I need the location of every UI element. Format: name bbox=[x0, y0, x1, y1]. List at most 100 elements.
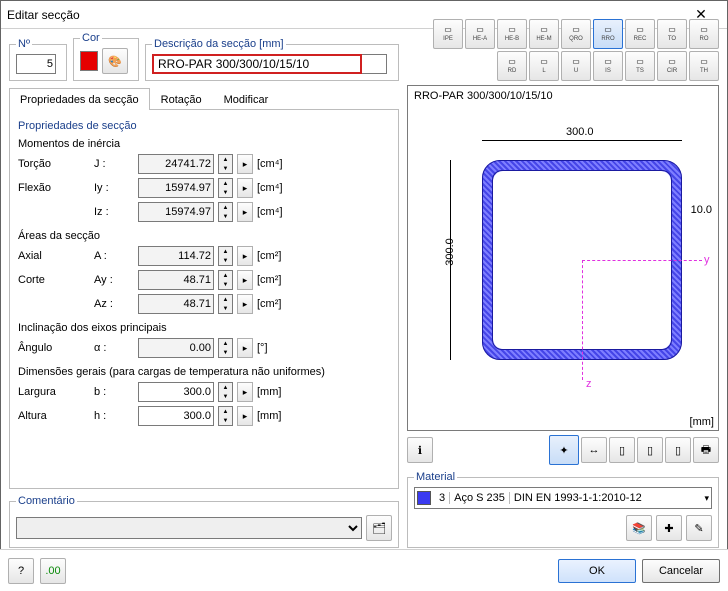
section-type-he-b[interactable]: ▭HE-B bbox=[497, 19, 527, 49]
section-type-cir[interactable]: ▭CIR bbox=[657, 51, 687, 81]
help-button[interactable]: ? bbox=[8, 558, 34, 584]
section-type-rd[interactable]: ▭RD bbox=[497, 51, 527, 81]
alt-label: Altura bbox=[18, 410, 90, 422]
section-type-qro[interactable]: ▭QRO bbox=[561, 19, 591, 49]
axis-z-label: z bbox=[586, 378, 592, 390]
a-symbol: A : bbox=[94, 250, 134, 262]
section-type-he-a[interactable]: ▭HE-A bbox=[465, 19, 495, 49]
az-symbol: Az : bbox=[94, 298, 134, 310]
alpha-spinner[interactable]: ▲▼ bbox=[218, 338, 233, 358]
dim-thickness: 10.0 bbox=[691, 204, 712, 216]
ay-spinner[interactable]: ▲▼ bbox=[218, 270, 233, 290]
section-type-ts[interactable]: ▭TS bbox=[625, 51, 655, 81]
az-edit-button[interactable]: ▸ bbox=[237, 294, 253, 314]
material-group: Material 3 Aço S 235 DIN EN 1993-1-1:201… bbox=[407, 471, 719, 548]
view-axes-button[interactable]: ✦ bbox=[549, 435, 579, 465]
larg-label: Largura bbox=[18, 386, 90, 398]
material-library-button[interactable]: 📚 bbox=[626, 515, 652, 541]
material-name: Aço S 235 bbox=[450, 492, 510, 504]
units-button[interactable]: .00 bbox=[40, 558, 66, 584]
section-type-ro[interactable]: ▭RO bbox=[689, 19, 719, 49]
view-stress3-button[interactable]: ▯ bbox=[665, 437, 691, 463]
iy-input[interactable] bbox=[138, 178, 214, 198]
section-type-is[interactable]: ▭IS bbox=[593, 51, 623, 81]
section-type-to[interactable]: ▭TO bbox=[657, 19, 687, 49]
comment-select[interactable] bbox=[16, 517, 362, 539]
iz-input[interactable] bbox=[138, 202, 214, 222]
h-edit-button[interactable]: ▸ bbox=[237, 406, 253, 426]
dim-subtitle: Dimensões gerais (para cargas de tempera… bbox=[18, 366, 390, 378]
alpha-edit-button[interactable]: ▸ bbox=[237, 338, 253, 358]
b-unit: [mm] bbox=[257, 386, 281, 398]
no-input[interactable] bbox=[16, 54, 56, 74]
j-input[interactable] bbox=[138, 154, 214, 174]
b-input[interactable] bbox=[138, 382, 214, 402]
comment-group: Comentário 🗂 bbox=[9, 495, 399, 548]
material-swatch bbox=[417, 491, 431, 505]
material-legend: Material bbox=[414, 471, 457, 483]
az-unit: [cm²] bbox=[257, 298, 281, 310]
j-edit-button[interactable]: ▸ bbox=[237, 154, 253, 174]
h-input[interactable] bbox=[138, 406, 214, 426]
comment-legend: Comentário bbox=[16, 495, 77, 507]
flexao-label: Flexão bbox=[18, 182, 90, 194]
h-spinner[interactable]: ▲▼ bbox=[218, 406, 233, 426]
iz-edit-button[interactable]: ▸ bbox=[237, 202, 253, 222]
section-type-th[interactable]: ▭TH bbox=[689, 51, 719, 81]
chevron-down-icon: ▾ bbox=[704, 493, 709, 504]
b-symbol: b : bbox=[94, 386, 134, 398]
areas-subtitle: Áreas da secção bbox=[18, 230, 390, 242]
a-edit-button[interactable]: ▸ bbox=[237, 246, 253, 266]
description-input[interactable] bbox=[152, 54, 362, 74]
number-group: Nº bbox=[9, 38, 67, 81]
a-input[interactable] bbox=[138, 246, 214, 266]
tab-rotation[interactable]: Rotação bbox=[150, 88, 213, 110]
section-type-rec[interactable]: ▭REC bbox=[625, 19, 655, 49]
corte-label: Corte bbox=[18, 274, 90, 286]
axial-label: Axial bbox=[18, 250, 90, 262]
material-new-button[interactable]: ✚ bbox=[656, 515, 682, 541]
section-type-rro[interactable]: ▭RRO bbox=[593, 19, 623, 49]
desc-legend: Descrição da secção [mm] bbox=[152, 38, 286, 50]
iz-unit: [cm⁴] bbox=[257, 206, 283, 218]
section-preview: RRO-PAR 300/300/10/15/10 300.0 300.0 10.… bbox=[407, 85, 719, 431]
ok-button[interactable]: OK bbox=[558, 559, 636, 583]
az-input[interactable] bbox=[138, 294, 214, 314]
iy-spinner[interactable]: ▲▼ bbox=[218, 178, 233, 198]
view-stress1-button[interactable]: ▯ bbox=[609, 437, 635, 463]
a-spinner[interactable]: ▲▼ bbox=[218, 246, 233, 266]
cancel-button[interactable]: Cancelar bbox=[642, 559, 720, 583]
print-button[interactable]: 🖶 bbox=[693, 437, 719, 463]
az-spinner[interactable]: ▲▼ bbox=[218, 294, 233, 314]
j-spinner[interactable]: ▲▼ bbox=[218, 154, 233, 174]
alpha-unit: [°] bbox=[257, 342, 268, 354]
section-type-ipe[interactable]: ▭IPE bbox=[433, 19, 463, 49]
section-type-u[interactable]: ▭U bbox=[561, 51, 591, 81]
preview-unit: [mm] bbox=[690, 416, 714, 428]
h-unit: [mm] bbox=[257, 410, 281, 422]
ay-input[interactable] bbox=[138, 270, 214, 290]
alpha-input[interactable] bbox=[138, 338, 214, 358]
iy-edit-button[interactable]: ▸ bbox=[237, 178, 253, 198]
section-type-he-m[interactable]: ▭HE-M bbox=[529, 19, 559, 49]
material-select[interactable]: 3 Aço S 235 DIN EN 1993-1-1:2010-12 ▾ bbox=[414, 487, 712, 509]
section-type-l[interactable]: ▭L bbox=[529, 51, 559, 81]
iz-spinner[interactable]: ▲▼ bbox=[218, 202, 233, 222]
ay-edit-button[interactable]: ▸ bbox=[237, 270, 253, 290]
a-unit: [cm²] bbox=[257, 250, 281, 262]
dim-width: 300.0 bbox=[566, 126, 594, 138]
material-edit-button[interactable]: ✎ bbox=[686, 515, 712, 541]
view-stress2-button[interactable]: ▯ bbox=[637, 437, 663, 463]
ay-symbol: Ay : bbox=[94, 274, 134, 286]
b-edit-button[interactable]: ▸ bbox=[237, 382, 253, 402]
b-spinner[interactable]: ▲▼ bbox=[218, 382, 233, 402]
info-button[interactable]: ℹ bbox=[407, 437, 433, 463]
view-dims-button[interactable]: ↔ bbox=[581, 437, 607, 463]
comment-library-button[interactable]: 🗂 bbox=[366, 515, 392, 541]
tab-modify[interactable]: Modificar bbox=[213, 88, 280, 110]
description-dropdown[interactable] bbox=[362, 54, 387, 74]
color-picker-button[interactable]: 🎨 bbox=[102, 48, 128, 74]
incl-subtitle: Inclinação dos eixos principais bbox=[18, 322, 390, 334]
h-symbol: h : bbox=[94, 410, 134, 422]
tab-properties[interactable]: Propriedades da secção bbox=[9, 88, 150, 110]
